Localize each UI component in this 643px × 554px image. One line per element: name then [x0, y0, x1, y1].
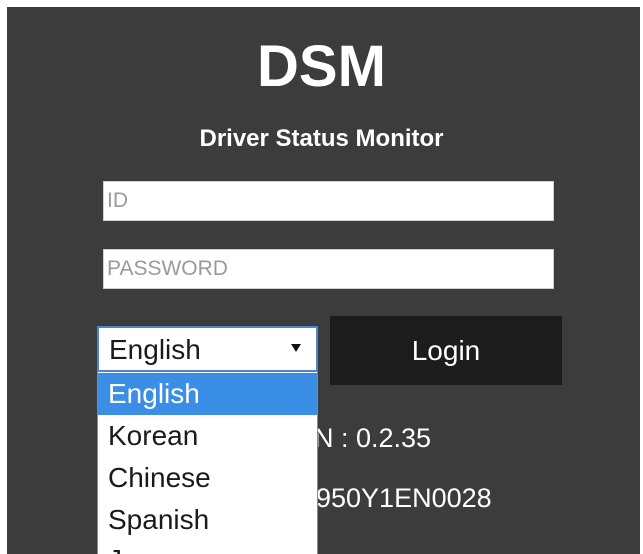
language-select[interactable]: English	[97, 326, 318, 372]
app-subtitle: Driver Status Monitor	[199, 125, 444, 152]
login-screen: DSM Driver Status Monitor English Login …	[0, 0, 643, 554]
language-select-value: English	[109, 334, 201, 365]
app-title: DSM	[257, 34, 386, 99]
login-button[interactable]: Login	[330, 316, 562, 385]
language-dropdown-list: English Korean Chinese Spanish Japanese	[97, 372, 318, 554]
language-option-japanese[interactable]: Japanese	[98, 539, 317, 554]
version-text: N : 0.2.35	[314, 423, 432, 453]
id-field[interactable]	[103, 181, 554, 221]
language-option-chinese[interactable]: Chinese	[98, 457, 317, 499]
language-option-english[interactable]: English	[98, 373, 317, 415]
password-field[interactable]	[103, 249, 554, 289]
language-option-spanish[interactable]: Spanish	[98, 499, 317, 541]
serial-number-text: 950Y1EN0028	[316, 483, 492, 513]
dropdown-arrow-icon	[291, 344, 301, 352]
language-option-korean[interactable]: Korean	[98, 415, 317, 457]
